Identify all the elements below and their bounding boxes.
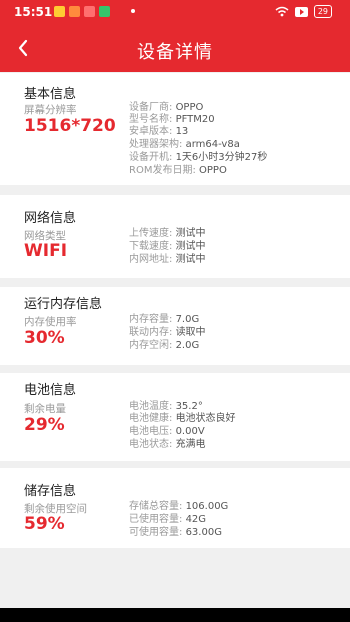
main-label: 剩余电量 bbox=[24, 403, 66, 415]
main-value: 59% bbox=[24, 514, 65, 534]
more-notifications-dot bbox=[131, 9, 135, 13]
info-key: 型号名称: bbox=[129, 114, 173, 125]
info-key: 电池电压: bbox=[129, 426, 173, 437]
info-key: 电池温度: bbox=[129, 401, 173, 412]
info-row: 型号名称: PFTM20 bbox=[129, 114, 215, 126]
main-label: 内存使用率 bbox=[24, 316, 77, 328]
main-value: 29% bbox=[24, 415, 65, 435]
info-row: 设备开机: 1天6小时3分钟27秒 bbox=[129, 152, 267, 164]
status-time: 15:51 bbox=[14, 5, 53, 19]
info-value: 42G bbox=[185, 514, 207, 525]
notification-app-icon bbox=[84, 6, 95, 17]
info-value: 读取中 bbox=[175, 327, 206, 338]
basic-info-card: 基本信息 屏幕分辨率 1516*720 设备厂商: OPPO 型号名称: PFT… bbox=[0, 73, 350, 185]
memory-info-card: 运行内存信息 内存使用率 30% 内存容量: 7.0G 联动内存: 读取中 内存… bbox=[0, 287, 350, 365]
battery-info-card: 电池信息 剩余电量 29% 电池温度: 35.2° 电池健康: 电池状态良好 电… bbox=[0, 373, 350, 461]
info-key: 可使用容量: bbox=[129, 527, 183, 538]
info-row: 电池电压: 0.00V bbox=[129, 426, 205, 438]
section-title: 网络信息 bbox=[24, 211, 77, 226]
info-row: 联动内存: 读取中 bbox=[129, 327, 206, 339]
main-label: 屏幕分辨率 bbox=[24, 104, 77, 116]
info-key: 处理器架构: bbox=[129, 139, 183, 150]
status-bar: 15:51 29 bbox=[0, 0, 350, 26]
info-value: 13 bbox=[175, 126, 189, 137]
network-info-card: 网络信息 网络类型 WIFI 上传速度: 测试中 下载速度: 测试中 内网地址:… bbox=[0, 195, 350, 278]
info-value: 106.00G bbox=[185, 501, 229, 512]
info-row: 处理器架构: arm64-v8a bbox=[129, 139, 240, 151]
info-row: ROM发布日期: OPPO bbox=[129, 165, 227, 177]
info-key: 电池健康: bbox=[129, 413, 173, 424]
notification-app-icon bbox=[69, 6, 80, 17]
info-value: 35.2° bbox=[175, 401, 203, 412]
info-row: 存储总容量: 106.00G bbox=[129, 501, 228, 513]
info-key: 安卓版本: bbox=[129, 126, 173, 137]
info-value: PFTM20 bbox=[175, 114, 215, 125]
section-title: 基本信息 bbox=[24, 87, 77, 102]
info-key: 设备厂商: bbox=[129, 102, 173, 113]
storage-info-card: 储存信息 剩余使用空间 59% 存储总容量: 106.00G 已使用容量: 42… bbox=[0, 468, 350, 548]
info-value: 7.0G bbox=[175, 314, 200, 325]
info-row: 电池状态: 充满电 bbox=[129, 439, 206, 451]
app-header: 设备详情 bbox=[0, 26, 350, 72]
info-key: 联动内存: bbox=[129, 327, 173, 338]
info-row: 内存容量: 7.0G bbox=[129, 314, 199, 326]
section-title: 电池信息 bbox=[24, 383, 77, 398]
info-value: 测试中 bbox=[175, 228, 206, 239]
info-value: 2.0G bbox=[175, 340, 200, 351]
info-value: arm64-v8a bbox=[185, 139, 240, 150]
notification-icons bbox=[54, 6, 110, 17]
info-key: 下载速度: bbox=[129, 241, 173, 252]
info-key: 内网地址: bbox=[129, 254, 173, 265]
section-title: 储存信息 bbox=[24, 484, 77, 499]
info-key: 已使用容量: bbox=[129, 514, 183, 525]
info-key: 上传速度: bbox=[129, 228, 173, 239]
info-key: 存储总容量: bbox=[129, 501, 183, 512]
info-key: 设备开机: bbox=[129, 152, 173, 163]
main-value: 1516*720 bbox=[24, 116, 116, 136]
info-value: 充满电 bbox=[175, 439, 206, 450]
navigation-bar bbox=[0, 608, 350, 622]
info-value: 1天6小时3分钟27秒 bbox=[175, 152, 268, 163]
info-row: 电池健康: 电池状态良好 bbox=[129, 413, 236, 425]
info-row: 已使用容量: 42G bbox=[129, 514, 206, 526]
info-row: 内网地址: 测试中 bbox=[129, 254, 206, 266]
notification-app-icon bbox=[99, 6, 110, 17]
wifi-icon bbox=[275, 6, 289, 17]
info-row: 可使用容量: 63.00G bbox=[129, 527, 222, 539]
main-value: WIFI bbox=[24, 241, 68, 261]
info-value: 63.00G bbox=[185, 527, 222, 538]
info-key: 电池状态: bbox=[129, 439, 173, 450]
info-row: 设备厂商: OPPO bbox=[129, 102, 203, 114]
info-value: 0.00V bbox=[175, 426, 205, 437]
info-key: 内存空闲: bbox=[129, 340, 173, 351]
page-title: 设备详情 bbox=[137, 42, 213, 63]
info-row: 上传速度: 测试中 bbox=[129, 228, 206, 240]
notification-app-icon bbox=[54, 6, 65, 17]
main-value: 30% bbox=[24, 328, 65, 348]
info-value: OPPO bbox=[199, 165, 227, 176]
info-value: 测试中 bbox=[175, 241, 206, 252]
info-row: 下载速度: 测试中 bbox=[129, 241, 206, 253]
status-right: 29 bbox=[275, 5, 332, 18]
info-key: 内存容量: bbox=[129, 314, 173, 325]
info-key: ROM发布日期: bbox=[129, 165, 196, 176]
info-row: 电池温度: 35.2° bbox=[129, 401, 203, 413]
info-row: 安卓版本: 13 bbox=[129, 126, 188, 138]
battery-indicator: 29 bbox=[313, 5, 332, 18]
info-value: 电池状态良好 bbox=[175, 413, 236, 424]
info-row: 内存空闲: 2.0G bbox=[129, 340, 199, 352]
info-value: OPPO bbox=[175, 102, 204, 113]
info-value: 测试中 bbox=[175, 254, 206, 265]
section-title: 运行内存信息 bbox=[24, 297, 103, 312]
screen-record-icon bbox=[294, 6, 308, 17]
